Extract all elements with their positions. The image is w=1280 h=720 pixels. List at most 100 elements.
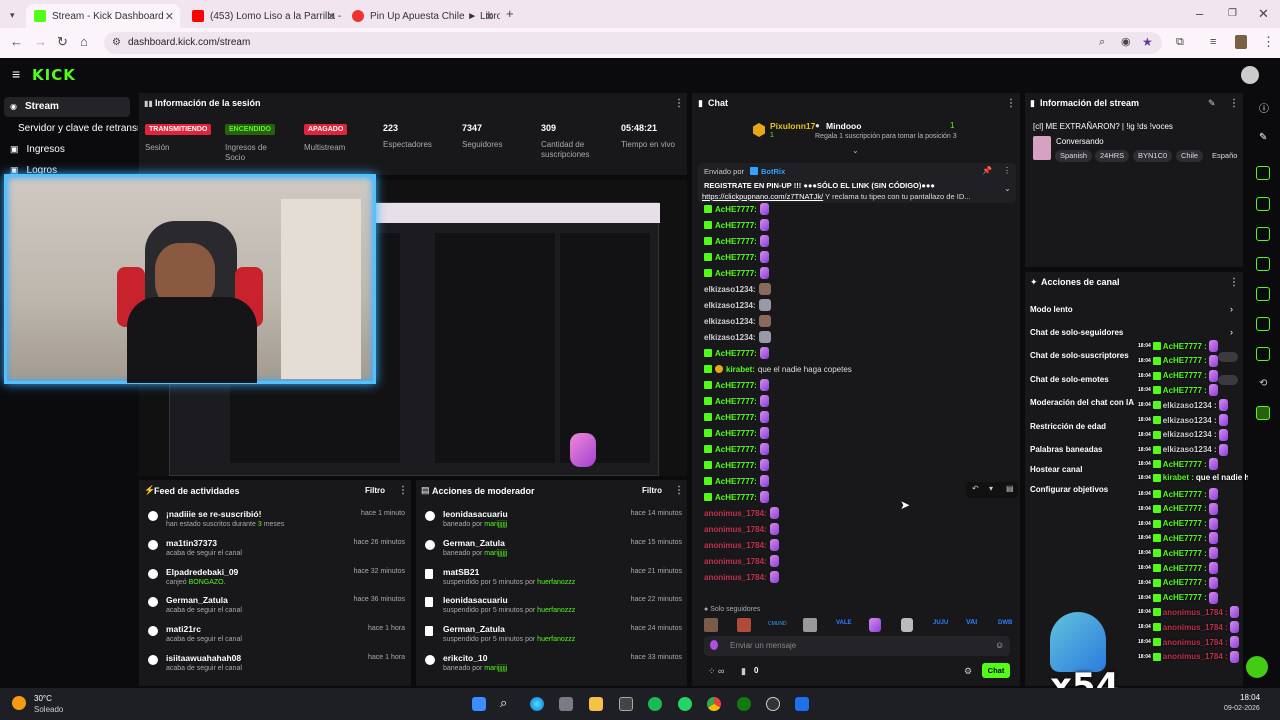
emote-icon[interactable]: VALE xyxy=(836,620,852,626)
lightning-tool-icon[interactable] xyxy=(1256,197,1270,211)
chat-send-button[interactable]: Chat xyxy=(982,663,1010,678)
chat-username[interactable]: AcHE7777: xyxy=(715,477,757,486)
chat-username[interactable]: anonimus_1784: xyxy=(704,573,767,582)
mod-row[interactable]: leonidasacuariu baneado por marijjjjjj hac… xyxy=(425,509,682,537)
feed-user-name[interactable]: isiitaawuahahah08 xyxy=(166,653,241,663)
chat-username[interactable]: elkizaso1234: xyxy=(704,285,756,294)
chat-message[interactable]: elkizaso1234: xyxy=(704,314,771,328)
chat-username[interactable]: AcHE7777: xyxy=(715,237,757,246)
pinned-menu-icon[interactable]: ⋮ xyxy=(1003,166,1011,175)
gifter-name[interactable]: Pixulonn17 xyxy=(770,121,815,131)
mod-row[interactable]: leonidasacuariu suspendido por 5 minutos … xyxy=(425,595,682,623)
mod-row[interactable]: German_Zatula suspendido por 5 minutos po… xyxy=(425,624,682,652)
chat-message[interactable]: AcHE7777: xyxy=(704,346,769,360)
mod-row[interactable]: erikcito_10 baneado por marijjjjjj hace 33… xyxy=(425,653,682,681)
notes-app-icon[interactable] xyxy=(795,697,809,711)
chat-identity-icon[interactable] xyxy=(710,640,718,650)
chat-username[interactable]: AcHE7777: xyxy=(715,445,757,454)
forward-icon[interactable]: → xyxy=(34,35,47,49)
chat-message[interactable]: elkizaso1234: xyxy=(704,330,771,344)
close-window-icon[interactable]: ✕ xyxy=(1258,7,1269,21)
menu-kebab-icon[interactable]: ⋮ xyxy=(1262,35,1275,49)
obs-icon[interactable] xyxy=(766,697,780,711)
chat-message[interactable]: anonimus_1784: xyxy=(704,570,779,584)
hammer-icon[interactable] xyxy=(1256,347,1270,361)
activity-menu-icon[interactable]: ⋮ xyxy=(398,485,408,496)
close-tab-icon[interactable]: ✕ xyxy=(165,10,174,23)
chat-message[interactable]: elkizaso1234: xyxy=(704,282,771,296)
chat-username[interactable]: anonimus_1784: xyxy=(704,509,767,518)
moderator-menu-icon[interactable]: ⋮ xyxy=(674,485,684,496)
feed-user-name[interactable]: ¡nadiiie se re-suscribió! xyxy=(166,509,261,519)
media-control-icon[interactable]: ≡ xyxy=(1210,35,1216,49)
mod-moderator-name[interactable]: huerfanozzz xyxy=(537,579,575,586)
chat-message[interactable]: AcHE7777: xyxy=(704,266,769,280)
mod-target-name[interactable]: German_Zatula xyxy=(443,624,505,634)
channel-action-item[interactable]: Chat de solo-suscriptores xyxy=(1030,351,1129,360)
channel-actions-menu-icon[interactable]: ⋮ xyxy=(1229,277,1239,288)
chat-message[interactable]: anonimus_1784: xyxy=(704,522,779,536)
stream-info-menu-icon[interactable]: ⋮ xyxy=(1229,98,1239,109)
chat-username[interactable]: AcHE7777: xyxy=(715,221,757,230)
chat-message[interactable]: AcHE7777: xyxy=(704,250,769,264)
chat-message[interactable]: anonimus_1784: xyxy=(704,506,779,520)
chat-username[interactable]: AcHE7777: xyxy=(715,493,757,502)
chat-username[interactable]: anonimus_1784: xyxy=(704,541,767,550)
share-icon[interactable]: ⟲ xyxy=(1259,378,1267,389)
delete-message-icon[interactable]: ▤ xyxy=(1006,484,1014,493)
site-info-icon[interactable]: ⚙ xyxy=(112,36,121,50)
maximize-icon[interactable]: ❐ xyxy=(1228,7,1237,21)
clock-time[interactable]: 18:04 xyxy=(1240,693,1260,702)
chat-username[interactable]: anonimus_1784: xyxy=(704,525,767,534)
reload-icon[interactable]: ↻ xyxy=(57,35,68,49)
close-tab-icon[interactable]: ✕ xyxy=(485,10,494,23)
chat-message[interactable]: AcHE7777: xyxy=(704,474,769,488)
bookmark-star-icon[interactable]: ★ xyxy=(1142,35,1153,49)
toggle-switch[interactable] xyxy=(1218,375,1238,385)
nav-stream[interactable]: ◉ Stream xyxy=(10,101,59,112)
feed-user-name[interactable]: Elpadredebaki_09 xyxy=(166,567,238,577)
tab-search-icon[interactable]: ▾ xyxy=(10,8,15,22)
home-icon[interactable]: ⌂ xyxy=(80,35,88,49)
chat-menu-icon[interactable]: ⋮ xyxy=(1006,98,1016,109)
chat-username[interactable]: AcHE7777: xyxy=(715,253,757,262)
emote-icon[interactable]: VAI xyxy=(966,619,977,626)
tab-kick-dashboard[interactable]: Stream - Kick Dashboard ✕ xyxy=(26,4,180,28)
feed-row[interactable]: Elpadredebaki_09 canjeó BONGAZO. hace 32 m… xyxy=(148,567,405,595)
mod-moderator-name[interactable]: marijjjjjj xyxy=(484,665,507,672)
feed-row[interactable]: isiitaawuahahah08 acaba de seguir el cana… xyxy=(148,653,405,681)
feed-row[interactable]: mati21rc acaba de seguir el canal hace 1 h… xyxy=(148,624,405,652)
channel-action-item[interactable]: Modo lento xyxy=(1030,305,1073,314)
channel-action-item[interactable]: Hostear canal xyxy=(1030,465,1082,474)
channel-action-item[interactable]: Configurar objetivos xyxy=(1030,485,1108,494)
chat-username[interactable]: elkizaso1234: xyxy=(704,317,756,326)
weather-sun-icon[interactable] xyxy=(12,696,26,710)
store-icon[interactable] xyxy=(559,697,573,711)
chat-username[interactable]: elkizaso1234: xyxy=(704,301,756,310)
mod-target-name[interactable]: erikcito_10 xyxy=(443,653,487,663)
pinned-link[interactable]: https://clickpupnano.com/z7TNATJk/ xyxy=(702,192,823,201)
chat-message[interactable]: AcHE7777: xyxy=(704,458,769,472)
feed-user-name[interactable]: ma1tin37373 xyxy=(166,538,217,548)
chat-username[interactable]: AcHE7777: xyxy=(715,269,757,278)
activity-filter-button[interactable]: Filtro xyxy=(365,486,385,495)
search-icon[interactable]: ⌕ xyxy=(500,695,507,711)
chat-username[interactable]: anonimus_1784: xyxy=(704,557,767,566)
feed-row[interactable]: ¡nadiiie se re-suscribió! han estado susc… xyxy=(148,509,405,537)
chat-message[interactable]: AcHE7777: xyxy=(704,410,769,424)
chat-message[interactable]: elkizaso1234: xyxy=(704,298,771,312)
chrome-icon[interactable] xyxy=(707,697,721,711)
back-icon[interactable]: ← xyxy=(10,35,23,49)
mod-moderator-name[interactable]: huerfanozzz xyxy=(537,636,575,643)
chat-message[interactable]: AcHE7777: xyxy=(704,394,769,408)
mod-moderator-name[interactable]: huerfanozzz xyxy=(537,607,575,614)
emoji-icon[interactable]: ☺ xyxy=(995,640,1004,650)
kick-logo[interactable]: KICK xyxy=(32,66,76,84)
chat-message[interactable]: AcHE7777: xyxy=(704,234,769,248)
minimize-icon[interactable]: – xyxy=(1196,7,1203,21)
channel-action-item[interactable]: Moderación del chat con IA xyxy=(1030,398,1134,407)
emote-icon[interactable] xyxy=(869,618,881,632)
channel-action-item[interactable]: Chat de solo-seguidores xyxy=(1030,328,1123,337)
emote-icon[interactable]: CMUND xyxy=(768,621,787,627)
chat-username[interactable]: kirabet: xyxy=(726,365,755,374)
